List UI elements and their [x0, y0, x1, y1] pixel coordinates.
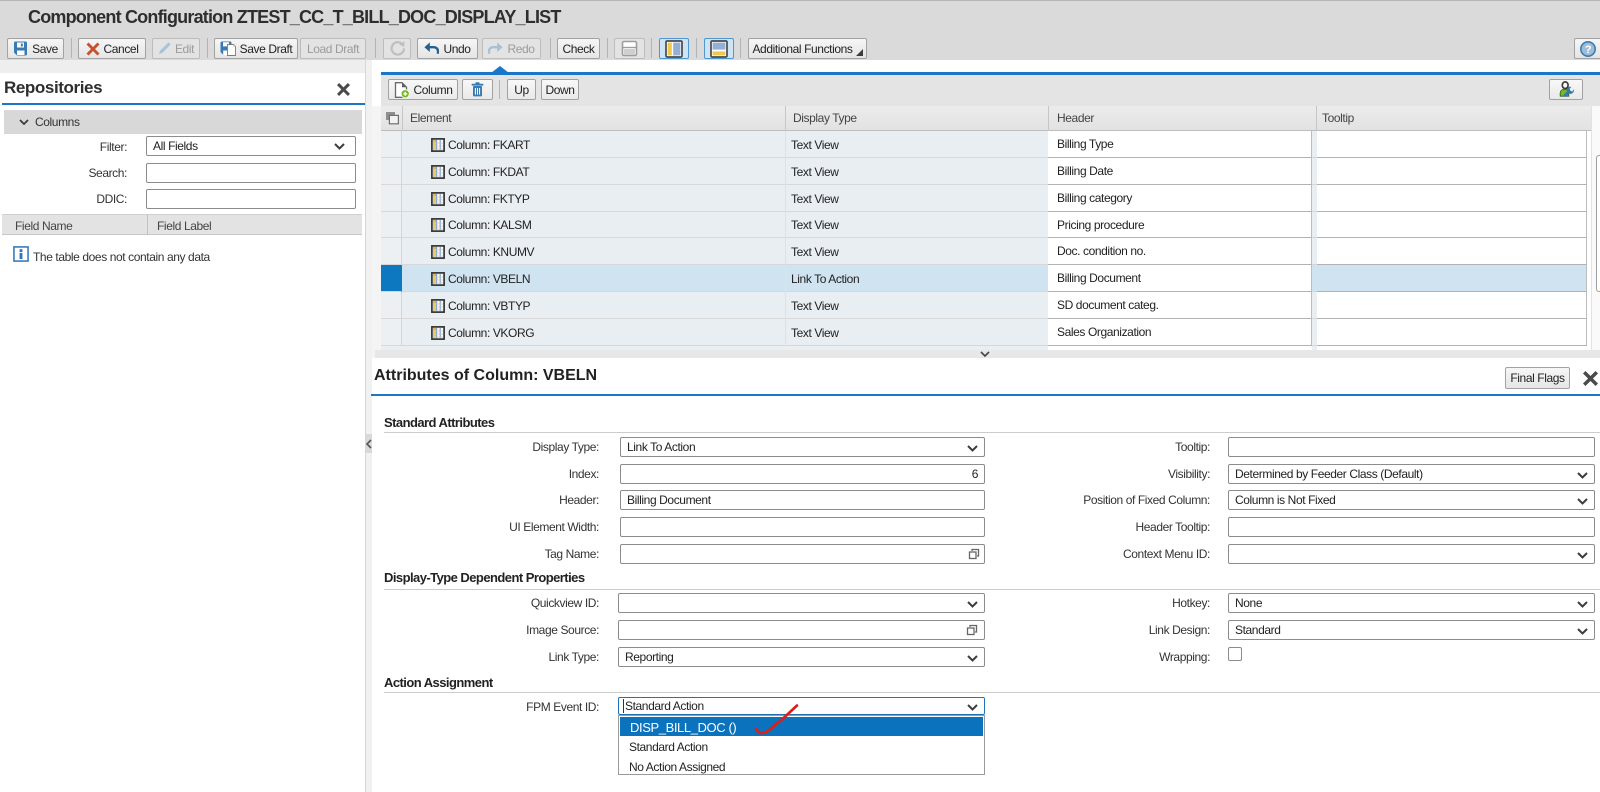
svg-text:?: ? [1584, 44, 1591, 56]
